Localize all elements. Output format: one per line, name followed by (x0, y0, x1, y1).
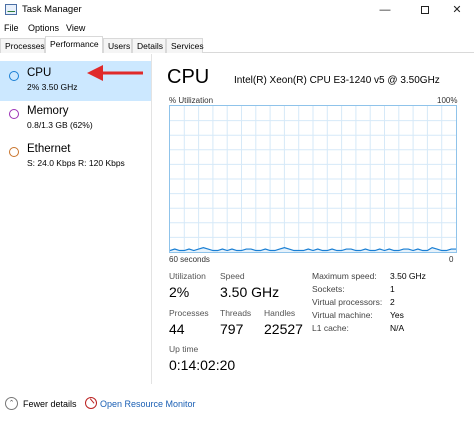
utilization-value: 2% (169, 284, 190, 300)
tab-services[interactable]: Services (166, 38, 204, 53)
maximize-icon (421, 6, 429, 15)
time-axis-right: 0 (449, 255, 454, 264)
utilization-label: Utilization (169, 271, 206, 281)
fewer-details-link[interactable]: Fewer details (23, 399, 77, 409)
page-title: CPU (167, 66, 210, 88)
minimize-button[interactable]: — (368, 0, 402, 20)
cpu-status-icon (9, 71, 19, 81)
time-axis-left: 60 seconds (169, 255, 210, 264)
open-resource-monitor-link[interactable]: Open Resource Monitor (100, 399, 196, 409)
tab-users[interactable]: Users (103, 38, 132, 53)
tab-performance[interactable]: Performance (45, 36, 103, 53)
resource-subtext: 0.8/1.3 GB (62%) (27, 120, 93, 130)
close-button[interactable]: ✕ (440, 0, 474, 20)
tab-details[interactable]: Details (132, 38, 166, 53)
resource-item-ethernet[interactable]: Ethernet S: 24.0 Kbps R: 120 Kbps (0, 137, 151, 177)
title-bar[interactable]: Task Manager — ✕ (0, 0, 474, 20)
uptime-label: Up time (169, 344, 199, 354)
spec-label-virtual-machine: Virtual machine: (312, 310, 373, 320)
window-title: Task Manager (22, 4, 82, 15)
cpu-utilization-graph (169, 105, 457, 253)
chevron-up-icon[interactable]: ⌃ (5, 397, 18, 410)
spec-value-l1-cache: N/A (390, 323, 405, 333)
resource-list: CPU 2% 3.50 GHz Memory 0.8/1.3 GB (62%) … (0, 54, 152, 384)
threads-value: 797 (220, 321, 244, 337)
resource-subtext: 2% 3.50 GHz (27, 82, 78, 92)
resource-monitor-icon[interactable] (85, 397, 97, 409)
spec-label-virtual-processors: Virtual processors: (312, 297, 383, 307)
handles-value: 22527 (264, 321, 303, 337)
footer: ⌃ Fewer details Open Resource Monitor (0, 393, 474, 415)
processes-value: 44 (169, 321, 185, 337)
memory-status-icon (9, 109, 19, 119)
annotation-arrow-icon (87, 65, 143, 81)
speed-label: Speed (220, 271, 245, 281)
resource-name: CPU (27, 67, 52, 79)
utilization-axis-label: % Utilization (169, 96, 214, 105)
spec-value-virtual-machine: Yes (390, 310, 404, 320)
tab-strip: Processes Performance Users Details Serv… (0, 36, 474, 53)
uptime-value: 0:14:02:20 (169, 357, 236, 373)
processes-label: Processes (169, 308, 209, 318)
menu-file[interactable]: File (4, 23, 19, 33)
task-manager-icon (5, 4, 17, 15)
menu-options[interactable]: Options (28, 23, 59, 33)
threads-label: Threads (220, 308, 252, 318)
ethernet-status-icon (9, 147, 19, 157)
spec-label-max-speed: Maximum speed: (312, 271, 377, 281)
resource-item-memory[interactable]: Memory 0.8/1.3 GB (62%) (0, 99, 151, 139)
menu-view[interactable]: View (66, 23, 85, 33)
resource-subtext: S: 24.0 Kbps R: 120 Kbps (27, 158, 125, 168)
maximize-button[interactable] (408, 0, 442, 20)
graph-grid (170, 106, 456, 252)
cpu-model: Intel(R) Xeon(R) CPU E3-1240 v5 @ 3.50GH… (234, 75, 440, 86)
spec-value-virtual-processors: 2 (390, 297, 395, 307)
spec-label-l1-cache: L1 cache: (312, 323, 349, 333)
spec-label-sockets: Sockets: (312, 284, 345, 294)
resource-name: Ethernet (27, 143, 71, 155)
speed-value: 3.50 GHz (220, 284, 280, 300)
spec-value-max-speed: 3.50 GHz (390, 271, 426, 281)
tab-processes[interactable]: Processes (0, 38, 45, 53)
utilization-axis-max: 100% (437, 96, 458, 105)
handles-label: Handles (264, 308, 296, 318)
menu-bar: File Options View (0, 20, 474, 36)
spec-value-sockets: 1 (390, 284, 395, 294)
cpu-graph-svg (170, 106, 456, 252)
resource-name: Memory (27, 105, 69, 117)
